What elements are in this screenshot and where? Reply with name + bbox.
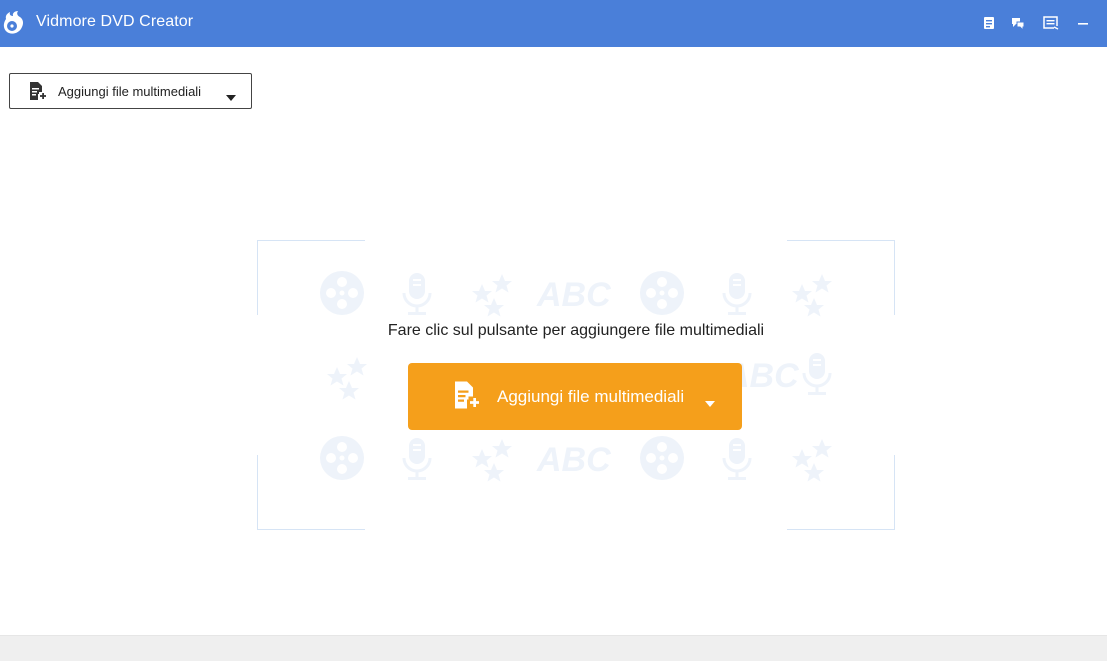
app-window: Vidmore DVD Creator Aggiungi file multim… — [0, 0, 1107, 661]
app-title: Vidmore DVD Creator — [36, 13, 194, 30]
add-file-icon — [28, 81, 48, 101]
register-icon[interactable] — [979, 13, 999, 33]
feedback-icon[interactable] — [1008, 13, 1028, 33]
pattern-abc-text: ABC — [536, 441, 611, 479]
add-media-main-button[interactable]: Aggiungi file multimediali — [408, 363, 742, 430]
media-drop-zone[interactable]: ABC ABC ABC Fare clic sul pulsante per a… — [257, 240, 895, 530]
add-file-icon — [452, 380, 482, 410]
drop-zone-hint: Fare clic sul pulsante per aggiungere fi… — [387, 322, 765, 339]
pattern-abc-text: ABC — [536, 276, 611, 314]
app-logo-icon — [0, 10, 26, 36]
menu-icon[interactable] — [1041, 13, 1061, 33]
title-bar: Vidmore DVD Creator — [0, 0, 1107, 47]
chevron-down-icon[interactable] — [705, 394, 715, 407]
add-media-label: Aggiungi file multimediali — [58, 84, 202, 99]
add-media-button[interactable]: Aggiungi file multimediali — [9, 73, 252, 109]
add-media-main-label: Aggiungi file multimediali — [497, 387, 685, 406]
minimize-icon[interactable] — [1073, 13, 1093, 33]
status-bar — [0, 635, 1107, 661]
chevron-down-icon[interactable] — [226, 88, 236, 101]
